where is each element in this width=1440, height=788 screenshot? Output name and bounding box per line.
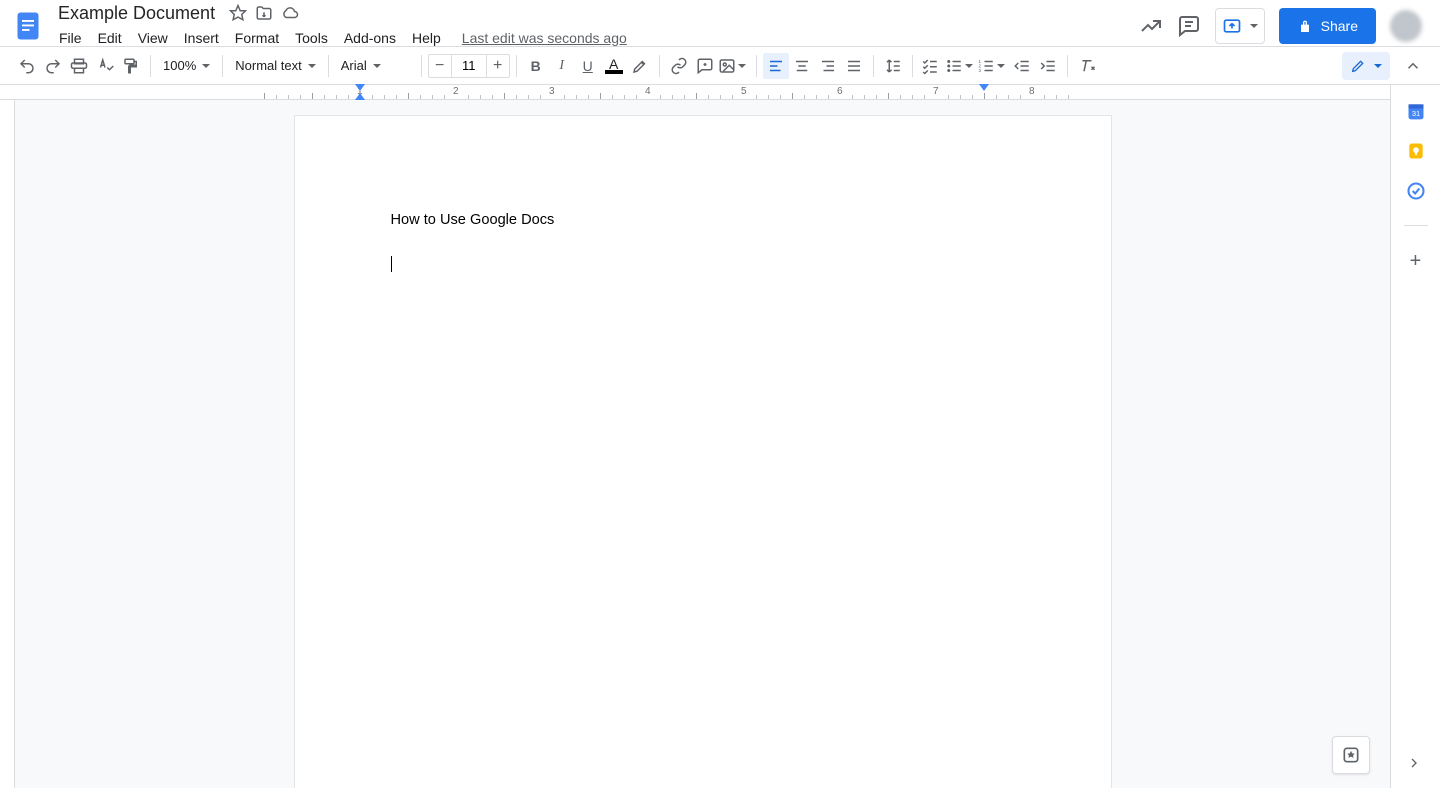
styles-dropdown[interactable]: Normal text	[229, 53, 321, 79]
align-left-button[interactable]	[763, 53, 789, 79]
docs-logo-icon[interactable]	[8, 6, 48, 46]
tasks-addon-icon[interactable]	[1406, 181, 1426, 201]
svg-text:31: 31	[1411, 109, 1419, 118]
share-label: Share	[1321, 18, 1358, 34]
italic-button[interactable]: I	[549, 53, 575, 79]
menu-format[interactable]: Format	[228, 26, 286, 50]
present-button[interactable]	[1215, 8, 1265, 44]
align-justify-button[interactable]	[841, 53, 867, 79]
redo-button[interactable]	[40, 53, 66, 79]
toolbar: 100% Normal text Arial − + B I U A 123	[0, 47, 1440, 85]
line-spacing-button[interactable]	[880, 53, 906, 79]
font-size-decrease[interactable]: −	[428, 54, 452, 78]
cloud-status-icon[interactable]	[281, 4, 299, 22]
font-size-input[interactable]	[452, 54, 486, 78]
underline-button[interactable]: U	[575, 53, 601, 79]
menu-view[interactable]: View	[131, 26, 175, 50]
side-panel: 31 +	[1390, 85, 1440, 788]
bold-button[interactable]: B	[523, 53, 549, 79]
vertical-ruler[interactable]	[0, 100, 15, 788]
font-size-increase[interactable]: +	[486, 54, 510, 78]
undo-button[interactable]	[14, 53, 40, 79]
text-cursor	[391, 256, 392, 272]
last-edit-link[interactable]: Last edit was seconds ago	[462, 30, 627, 46]
menu-edit[interactable]: Edit	[91, 26, 129, 50]
calendar-addon-icon[interactable]: 31	[1406, 101, 1426, 121]
explore-button[interactable]	[1332, 736, 1370, 774]
activity-icon[interactable]	[1139, 14, 1163, 38]
svg-text:3: 3	[978, 68, 981, 73]
zoom-dropdown[interactable]: 100%	[157, 53, 216, 79]
horizontal-ruler[interactable]: 12345678	[0, 85, 1390, 100]
menu-insert[interactable]: Insert	[177, 26, 226, 50]
paint-format-button[interactable]	[118, 53, 144, 79]
zoom-value: 100%	[163, 58, 196, 73]
hide-side-panel-button[interactable]	[1406, 755, 1422, 774]
insert-comment-button[interactable]	[692, 53, 718, 79]
text-color-button[interactable]: A	[601, 53, 627, 79]
document-line[interactable]: How to Use Google Docs	[391, 212, 1015, 228]
print-button[interactable]	[66, 53, 92, 79]
align-center-button[interactable]	[789, 53, 815, 79]
numbered-list-button[interactable]: 123	[977, 53, 1009, 79]
move-icon[interactable]	[255, 4, 273, 22]
clear-formatting-button[interactable]	[1074, 53, 1100, 79]
get-addons-button[interactable]: +	[1410, 250, 1422, 273]
menu-help[interactable]: Help	[405, 26, 448, 50]
menu-addons[interactable]: Add-ons	[337, 26, 403, 50]
star-icon[interactable]	[229, 4, 247, 22]
font-dropdown[interactable]: Arial	[335, 53, 415, 79]
spellcheck-button[interactable]	[92, 53, 118, 79]
left-indent-marker[interactable]	[355, 93, 365, 100]
indent-decrease-button[interactable]	[1009, 53, 1035, 79]
document-title[interactable]: Example Document	[52, 1, 221, 26]
insert-image-button[interactable]	[718, 53, 750, 79]
styles-value: Normal text	[235, 58, 301, 73]
keep-addon-icon[interactable]	[1406, 141, 1426, 161]
menu-file[interactable]: File	[52, 26, 89, 50]
collapse-toolbar-button[interactable]	[1400, 53, 1426, 79]
font-value: Arial	[341, 58, 367, 73]
editing-mode-button[interactable]	[1342, 52, 1390, 80]
insert-link-button[interactable]	[666, 53, 692, 79]
indent-increase-button[interactable]	[1035, 53, 1061, 79]
share-button[interactable]: Share	[1279, 8, 1376, 44]
document-page[interactable]: How to Use Google Docs	[295, 116, 1111, 788]
account-avatar[interactable]	[1390, 10, 1422, 42]
right-indent-marker[interactable]	[979, 84, 989, 91]
menu-tools[interactable]: Tools	[288, 26, 335, 50]
align-right-button[interactable]	[815, 53, 841, 79]
highlight-button[interactable]	[627, 53, 653, 79]
comments-icon[interactable]	[1177, 14, 1201, 38]
first-line-indent-marker[interactable]	[355, 84, 365, 91]
document-canvas[interactable]: How to Use Google Docs	[15, 100, 1390, 788]
checklist-button[interactable]	[919, 53, 945, 79]
bulleted-list-button[interactable]	[945, 53, 977, 79]
